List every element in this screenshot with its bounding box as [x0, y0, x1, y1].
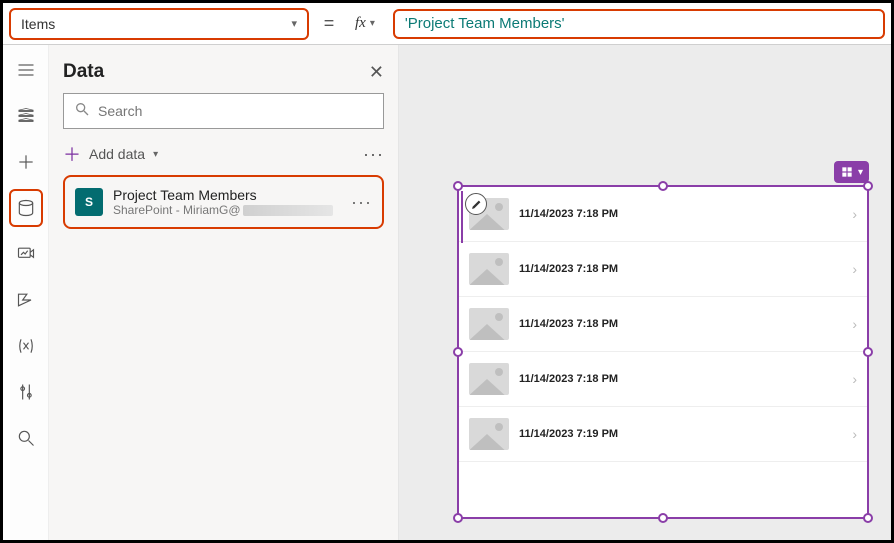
- property-dropdown[interactable]: Items ▾: [9, 8, 309, 40]
- chevron-down-icon: ▾: [370, 18, 375, 29]
- advanced-tools-icon[interactable]: [15, 381, 37, 403]
- gallery-row[interactable]: 11/14/2023 7:18 PM ›: [459, 352, 867, 407]
- chevron-right-icon: ›: [852, 426, 857, 442]
- fx-label: fx: [355, 15, 366, 32]
- chevron-right-icon: ›: [852, 316, 857, 332]
- power-automate-icon[interactable]: [15, 289, 37, 311]
- image-placeholder-icon: [469, 363, 509, 395]
- variables-icon[interactable]: [15, 335, 37, 357]
- equals-label: =: [315, 13, 343, 34]
- formula-bar: Items ▾ = fx ▾ 'Project Team Members': [3, 3, 891, 45]
- edit-icon[interactable]: [465, 193, 487, 215]
- media-icon[interactable]: [15, 243, 37, 265]
- gallery-row-text: 11/14/2023 7:18 PM: [519, 208, 618, 220]
- gallery-row-text: 11/14/2023 7:18 PM: [519, 318, 618, 330]
- data-panel-title: Data: [63, 61, 104, 83]
- resize-handle[interactable]: [863, 347, 873, 357]
- resize-handle[interactable]: [453, 181, 463, 191]
- image-placeholder-icon: [469, 418, 509, 450]
- gallery-control[interactable]: ▾ 11/14/2023 7:18 PM › 11/14/2023 7:18 P…: [457, 185, 869, 519]
- chevron-right-icon: ›: [852, 206, 857, 222]
- search-input[interactable]: [63, 93, 384, 129]
- formula-text: 'Project Team Members': [405, 15, 565, 32]
- chevron-right-icon: ›: [852, 371, 857, 387]
- tree-view-icon[interactable]: [15, 105, 37, 127]
- sharepoint-icon: S: [75, 188, 103, 216]
- property-dropdown-value: Items: [21, 16, 55, 32]
- add-data-button[interactable]: ＋ Add data ▾: [63, 141, 158, 167]
- resize-handle[interactable]: [863, 513, 873, 523]
- canvas-area: ▾ 11/14/2023 7:18 PM › 11/14/2023 7:18 P…: [399, 45, 891, 540]
- hamburger-icon[interactable]: [15, 59, 37, 81]
- gallery-row-text: 11/14/2023 7:18 PM: [519, 263, 618, 275]
- data-source-subtitle: SharePoint - MiriamG@: [113, 203, 341, 217]
- resize-handle[interactable]: [453, 513, 463, 523]
- search-icon: [74, 101, 90, 122]
- search-icon[interactable]: [15, 427, 37, 449]
- data-panel: Data ✕ ＋ Add data ▾ ··· S Pr: [49, 45, 399, 540]
- close-icon[interactable]: ✕: [369, 62, 384, 83]
- control-type-tag[interactable]: ▾: [834, 161, 869, 183]
- more-icon[interactable]: ···: [351, 192, 372, 213]
- chevron-down-icon: ▾: [858, 167, 863, 178]
- data-source-name: Project Team Members: [113, 187, 341, 203]
- gallery-row[interactable]: 11/14/2023 7:18 PM ›: [459, 242, 867, 297]
- chevron-right-icon: ›: [852, 261, 857, 277]
- image-placeholder-icon: [469, 308, 509, 340]
- data-source-item[interactable]: S Project Team Members SharePoint - Miri…: [63, 175, 384, 229]
- gallery-row[interactable]: 11/14/2023 7:18 PM ›: [459, 187, 867, 242]
- chevron-down-icon: ▾: [153, 149, 158, 160]
- fx-button[interactable]: fx ▾: [349, 15, 381, 32]
- more-icon[interactable]: ···: [363, 144, 384, 165]
- formula-input[interactable]: 'Project Team Members': [393, 9, 885, 39]
- resize-handle[interactable]: [863, 181, 873, 191]
- resize-handle[interactable]: [658, 181, 668, 191]
- add-data-label: Add data: [89, 146, 145, 162]
- plus-icon: ＋: [63, 141, 81, 167]
- image-placeholder-icon: [469, 253, 509, 285]
- gallery-row-text: 11/14/2023 7:18 PM: [519, 373, 618, 385]
- resize-handle[interactable]: [658, 513, 668, 523]
- gallery-row[interactable]: 11/14/2023 7:18 PM ›: [459, 297, 867, 352]
- search-field[interactable]: [98, 103, 373, 119]
- insert-icon[interactable]: [15, 151, 37, 173]
- data-icon[interactable]: [15, 197, 37, 219]
- left-rail: [3, 45, 49, 540]
- gallery-row[interactable]: 11/14/2023 7:19 PM ›: [459, 407, 867, 462]
- resize-handle[interactable]: [453, 347, 463, 357]
- gallery-row-text: 11/14/2023 7:19 PM: [519, 428, 618, 440]
- chevron-down-icon: ▾: [291, 17, 297, 30]
